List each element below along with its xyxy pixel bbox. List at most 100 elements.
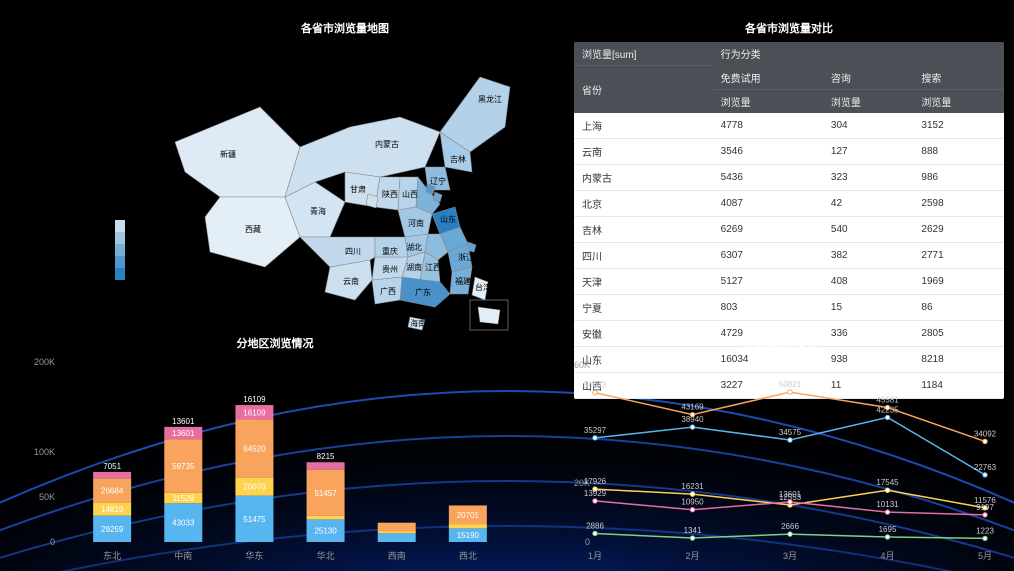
svg-text:200K: 200K <box>34 357 55 367</box>
svg-text:1223: 1223 <box>976 526 994 535</box>
svg-text:湖南: 湖南 <box>406 262 422 272</box>
svg-text:山西: 山西 <box>402 189 418 199</box>
svg-text:河南: 河南 <box>408 218 424 228</box>
svg-text:16231: 16231 <box>681 482 704 491</box>
svg-text:福建: 福建 <box>455 276 471 286</box>
svg-text:16109: 16109 <box>243 395 266 404</box>
svg-text:西北: 西北 <box>459 551 477 561</box>
svg-text:11529: 11529 <box>172 494 194 503</box>
svg-text:吉林: 吉林 <box>450 154 466 164</box>
svg-text:广东: 广东 <box>415 287 431 297</box>
map-legend <box>115 220 125 280</box>
svg-text:34575: 34575 <box>779 428 802 437</box>
svg-text:2月: 2月 <box>685 551 699 561</box>
table-row[interactable]: 四川63073822771 <box>574 242 1004 268</box>
svg-text:辽宁: 辽宁 <box>430 176 446 186</box>
svg-text:29259: 29259 <box>101 525 124 534</box>
svg-text:45581: 45581 <box>876 396 899 405</box>
svg-text:34092: 34092 <box>974 429 997 438</box>
svg-text:中南: 中南 <box>174 550 192 561</box>
svg-text:51457: 51457 <box>314 489 337 498</box>
svg-text:0: 0 <box>585 537 590 547</box>
table-title: 各省市浏览量对比 <box>574 20 1004 36</box>
svg-text:51475: 51475 <box>243 515 266 524</box>
table-row[interactable]: 北京4087422598 <box>574 190 1004 216</box>
svg-text:重庆: 重庆 <box>382 246 398 256</box>
svg-text:13601: 13601 <box>779 490 802 499</box>
svg-text:22763: 22763 <box>974 463 997 472</box>
svg-text:1341: 1341 <box>684 526 702 535</box>
svg-text:43169: 43169 <box>681 403 704 412</box>
svg-text:浙江: 浙江 <box>458 252 474 262</box>
svg-text:广西: 广西 <box>380 286 396 296</box>
svg-text:西南: 西南 <box>388 550 406 561</box>
svg-text:60K: 60K <box>574 360 590 370</box>
bar-panel: 分地区浏览情况 0 50K 100K 200K 29259 14819 26684 7051 东… <box>20 335 530 560</box>
svg-text:黑龙江: 黑龙江 <box>478 94 502 104</box>
table-row[interactable]: 宁夏8031586 <box>574 294 1004 320</box>
china-map[interactable]: 新疆 西藏 青海 内蒙古 黑龙江 吉林 辽宁 甘肃 陕西 山西 山东 河南 湖北… <box>150 42 530 332</box>
table-row[interactable]: 天津51274081969 <box>574 268 1004 294</box>
svg-text:20701: 20701 <box>457 511 480 520</box>
table-row[interactable]: 吉林62695402629 <box>574 216 1004 242</box>
svg-text:0: 0 <box>50 537 55 547</box>
svg-text:云南: 云南 <box>343 276 359 286</box>
bar-title: 分地区浏览情况 <box>20 335 530 351</box>
svg-text:20070: 20070 <box>243 483 266 492</box>
svg-text:山东: 山东 <box>440 214 456 224</box>
svg-text:2666: 2666 <box>781 522 799 531</box>
svg-text:海南: 海南 <box>410 318 426 328</box>
svg-text:50K: 50K <box>39 492 55 502</box>
line-panel: 浏览量趋势变动 020K60K3529738940345754223522763… <box>560 335 1000 560</box>
svg-text:新疆: 新疆 <box>220 149 236 159</box>
svg-text:江西: 江西 <box>425 263 441 272</box>
map-panel: 各省市浏览量地图 <box>110 20 580 335</box>
svg-text:50643: 50643 <box>584 381 607 390</box>
svg-text:9197: 9197 <box>976 503 994 512</box>
svg-text:64520: 64520 <box>243 445 266 454</box>
table-row[interactable]: 上海47783043152 <box>574 113 1004 139</box>
provinces <box>175 77 510 330</box>
svg-text:4月: 4月 <box>880 551 894 561</box>
svg-text:17926: 17926 <box>584 477 607 486</box>
svg-text:15190: 15190 <box>457 531 480 540</box>
map-title: 各省市浏览量地图 <box>110 20 580 36</box>
svg-text:7051: 7051 <box>103 462 121 471</box>
line-title: 浏览量趋势变动 <box>560 335 1000 351</box>
svg-text:2886: 2886 <box>586 521 604 530</box>
svg-text:13601: 13601 <box>172 429 195 438</box>
svg-text:陕西: 陕西 <box>382 189 398 199</box>
svg-text:甘肃: 甘肃 <box>350 184 366 194</box>
svg-text:东北: 东北 <box>103 550 121 561</box>
svg-text:14819: 14819 <box>101 505 124 514</box>
svg-text:35297: 35297 <box>584 426 607 435</box>
svg-text:25130: 25130 <box>314 527 337 536</box>
svg-text:3月: 3月 <box>783 551 797 561</box>
svg-text:四川: 四川 <box>345 247 361 256</box>
svg-text:59735: 59735 <box>172 462 195 471</box>
svg-text:华东: 华东 <box>245 550 263 561</box>
svg-text:100K: 100K <box>34 447 55 457</box>
svg-text:西藏: 西藏 <box>245 224 261 234</box>
svg-text:10950: 10950 <box>681 498 704 507</box>
svg-text:1月: 1月 <box>588 551 602 561</box>
svg-text:台湾: 台湾 <box>475 282 491 292</box>
svg-text:贵州: 贵州 <box>382 264 398 274</box>
svg-text:湖北: 湖北 <box>406 243 422 252</box>
svg-text:13601: 13601 <box>172 417 195 426</box>
svg-text:43033: 43033 <box>172 519 195 528</box>
svg-text:内蒙古: 内蒙古 <box>375 139 399 149</box>
table-row[interactable]: 内蒙古5436323986 <box>574 164 1004 190</box>
svg-text:16109: 16109 <box>243 408 266 417</box>
line-chart[interactable]: 020K60K352973894034575422352276350643431… <box>560 357 1000 567</box>
svg-text:17545: 17545 <box>876 478 899 487</box>
table-row[interactable]: 云南3546127888 <box>574 138 1004 164</box>
svg-text:13929: 13929 <box>584 489 607 498</box>
svg-text:26684: 26684 <box>101 486 124 495</box>
svg-text:华北: 华北 <box>317 550 335 561</box>
bar-chart[interactable]: 0 50K 100K 200K 29259 14819 26684 7051 东北 43033 11… <box>20 357 530 567</box>
svg-text:50821: 50821 <box>779 380 802 389</box>
svg-text:5月: 5月 <box>978 551 992 561</box>
svg-text:10131: 10131 <box>876 500 899 509</box>
svg-text:青海: 青海 <box>310 206 326 216</box>
